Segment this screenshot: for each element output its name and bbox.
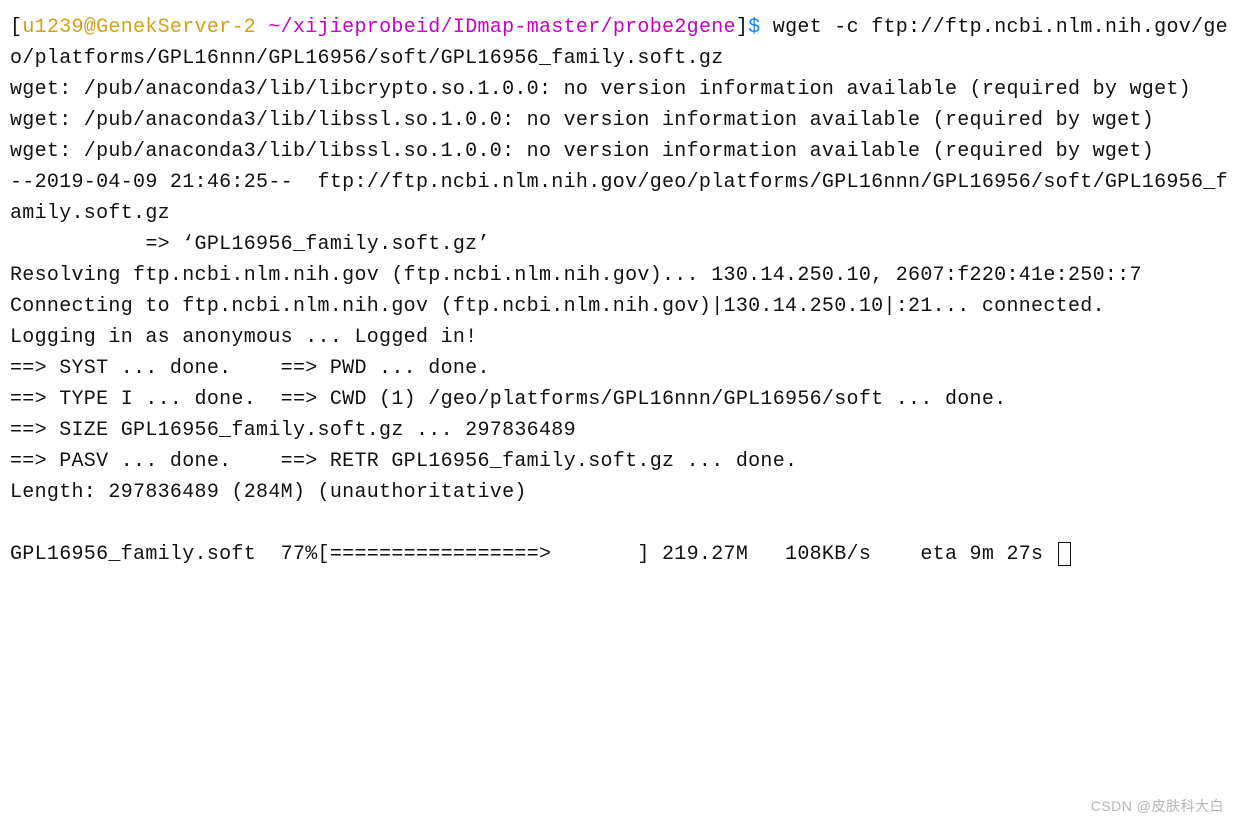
- prompt-dollar: $: [748, 16, 760, 39]
- output-line: ==> PASV ... done. ==> RETR GPL16956_fam…: [10, 450, 797, 473]
- output-line: Resolving ftp.ncbi.nlm.nih.gov (ftp.ncbi…: [10, 264, 1142, 287]
- output-line: --2019-04-09 21:46:25-- ftp://ftp.ncbi.n…: [10, 171, 1228, 225]
- prompt-space: [256, 16, 268, 39]
- output-line: ==> TYPE I ... done. ==> CWD (1) /geo/pl…: [10, 388, 1006, 411]
- prompt-path: ~/xijieprobeid/IDmap-master/probe2gene: [268, 16, 735, 39]
- prompt-open-bracket: [: [10, 16, 22, 39]
- progress-line: GPL16956_family.soft 77%[===============…: [10, 543, 1056, 566]
- output-line: wget: /pub/anaconda3/lib/libssl.so.1.0.0…: [10, 140, 1154, 163]
- output-line: wget: /pub/anaconda3/lib/libssl.so.1.0.0…: [10, 109, 1154, 132]
- prompt-user-host: u1239@GenekServer-2: [22, 16, 256, 39]
- output-line: ==> SYST ... done. ==> PWD ... done.: [10, 357, 490, 380]
- terminal-output[interactable]: [u1239@GenekServer-2 ~/xijieprobeid/IDma…: [0, 0, 1240, 578]
- output-line: Logging in as anonymous ... Logged in!: [10, 326, 477, 349]
- output-line: => ‘GPL16956_family.soft.gz’: [10, 233, 490, 256]
- prompt-close-bracket: ]: [736, 16, 748, 39]
- output-line: wget: /pub/anaconda3/lib/libcrypto.so.1.…: [10, 78, 1191, 101]
- watermark-text: CSDN @皮肤科大白: [1091, 796, 1224, 816]
- output-line: ==> SIZE GPL16956_family.soft.gz ... 297…: [10, 419, 576, 442]
- output-line: Connecting to ftp.ncbi.nlm.nih.gov (ftp.…: [10, 295, 1105, 318]
- output-line: Length: 297836489 (284M) (unauthoritativ…: [10, 481, 527, 504]
- cursor-icon: [1058, 542, 1071, 566]
